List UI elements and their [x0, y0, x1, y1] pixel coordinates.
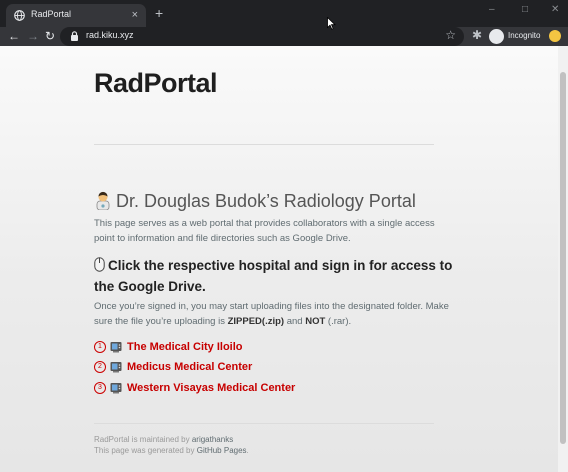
- maximize-button[interactable]: □: [522, 4, 528, 15]
- bookmark-star-icon[interactable]: ☆: [445, 28, 456, 42]
- close-window-button[interactable]: ✕: [551, 4, 559, 15]
- circled-number-2-icon: 2: [94, 361, 106, 373]
- doctor-emoji-icon: [96, 191, 110, 210]
- tab-close-button[interactable]: ×: [132, 8, 138, 22]
- back-arrow-icon[interactable]: ←: [8, 29, 20, 43]
- hospital-link-label[interactable]: Medicus Medical Center: [127, 361, 252, 373]
- circled-number-1-icon: 1: [94, 341, 106, 353]
- new-tab-button[interactable]: +: [155, 6, 163, 20]
- intro-paragraph: This page serves as a web portal that pr…: [94, 218, 435, 244]
- minimize-button[interactable]: –: [489, 4, 495, 15]
- hospital-link-1[interactable]: 1 The Medical City Iloilo: [94, 341, 243, 353]
- incognito-icon[interactable]: [489, 29, 504, 44]
- hospital-tv-icon: [110, 362, 122, 373]
- incognito-label: Incognito: [508, 31, 541, 40]
- scrollbar-thumb[interactable]: [560, 72, 566, 444]
- page-scrollbar[interactable]: [558, 46, 568, 472]
- page-heading: Dr. Douglas Budok’s Radiology Portal: [94, 190, 416, 212]
- hospital-link-2[interactable]: 2 Medicus Medical Center: [94, 361, 252, 373]
- address-bar[interactable]: rad.kiku.xyz ☆: [60, 27, 464, 46]
- site-title[interactable]: RadPortal: [94, 68, 218, 99]
- globe-icon: [14, 10, 25, 21]
- footer-divider: [94, 423, 434, 424]
- computer-mouse-icon: [94, 257, 105, 272]
- profile-avatar[interactable]: [549, 30, 561, 42]
- forward-arrow-icon[interactable]: →: [27, 29, 39, 43]
- tab-title: RadPortal: [31, 9, 72, 19]
- browser-tab[interactable]: RadPortal ×: [6, 4, 146, 27]
- github-pages-link[interactable]: GitHub Pages: [197, 446, 247, 455]
- maintainer-link[interactable]: arigathanks: [192, 435, 233, 444]
- section-heading-text: Click the respective hospital and sign i…: [94, 258, 453, 294]
- tab-strip: RadPortal × + – □ ✕: [0, 0, 568, 27]
- section-heading: Click the respective hospital and sign i…: [94, 255, 464, 297]
- hospital-link-3[interactable]: 3 Western Visayas Medical Center: [94, 382, 295, 394]
- page-footer: RadPortal is maintained by arigathanks T…: [94, 434, 249, 456]
- footer-line-1: RadPortal is maintained by arigathanks: [94, 435, 234, 444]
- footer-line-2: This page was generated by GitHub Pages.: [94, 446, 249, 455]
- hospital-tv-icon: [110, 383, 122, 394]
- extensions-puzzle-icon[interactable]: ✱: [472, 28, 482, 42]
- header-divider: [94, 144, 434, 145]
- lock-icon: [71, 31, 78, 41]
- hospital-link-label[interactable]: The Medical City Iloilo: [127, 341, 243, 353]
- hospital-link-label[interactable]: Western Visayas Medical Center: [127, 382, 295, 394]
- page-heading-text: Dr. Douglas Budok’s Radiology Portal: [116, 191, 416, 211]
- circled-number-3-icon: 3: [94, 382, 106, 394]
- reload-icon[interactable]: ↻: [45, 29, 55, 43]
- hospital-tv-icon: [110, 342, 122, 353]
- browser-toolbar: ← → ↻ rad.kiku.xyz ☆ ✱ Incognito: [0, 27, 568, 46]
- mouse-cursor-icon: [327, 17, 336, 30]
- upload-instructions: Once you’re signed in, you may start upl…: [94, 301, 449, 327]
- page-viewport: RadPortal Dr. Douglas Budok’s Radiology …: [0, 46, 568, 472]
- url-text: rad.kiku.xyz: [86, 30, 134, 40]
